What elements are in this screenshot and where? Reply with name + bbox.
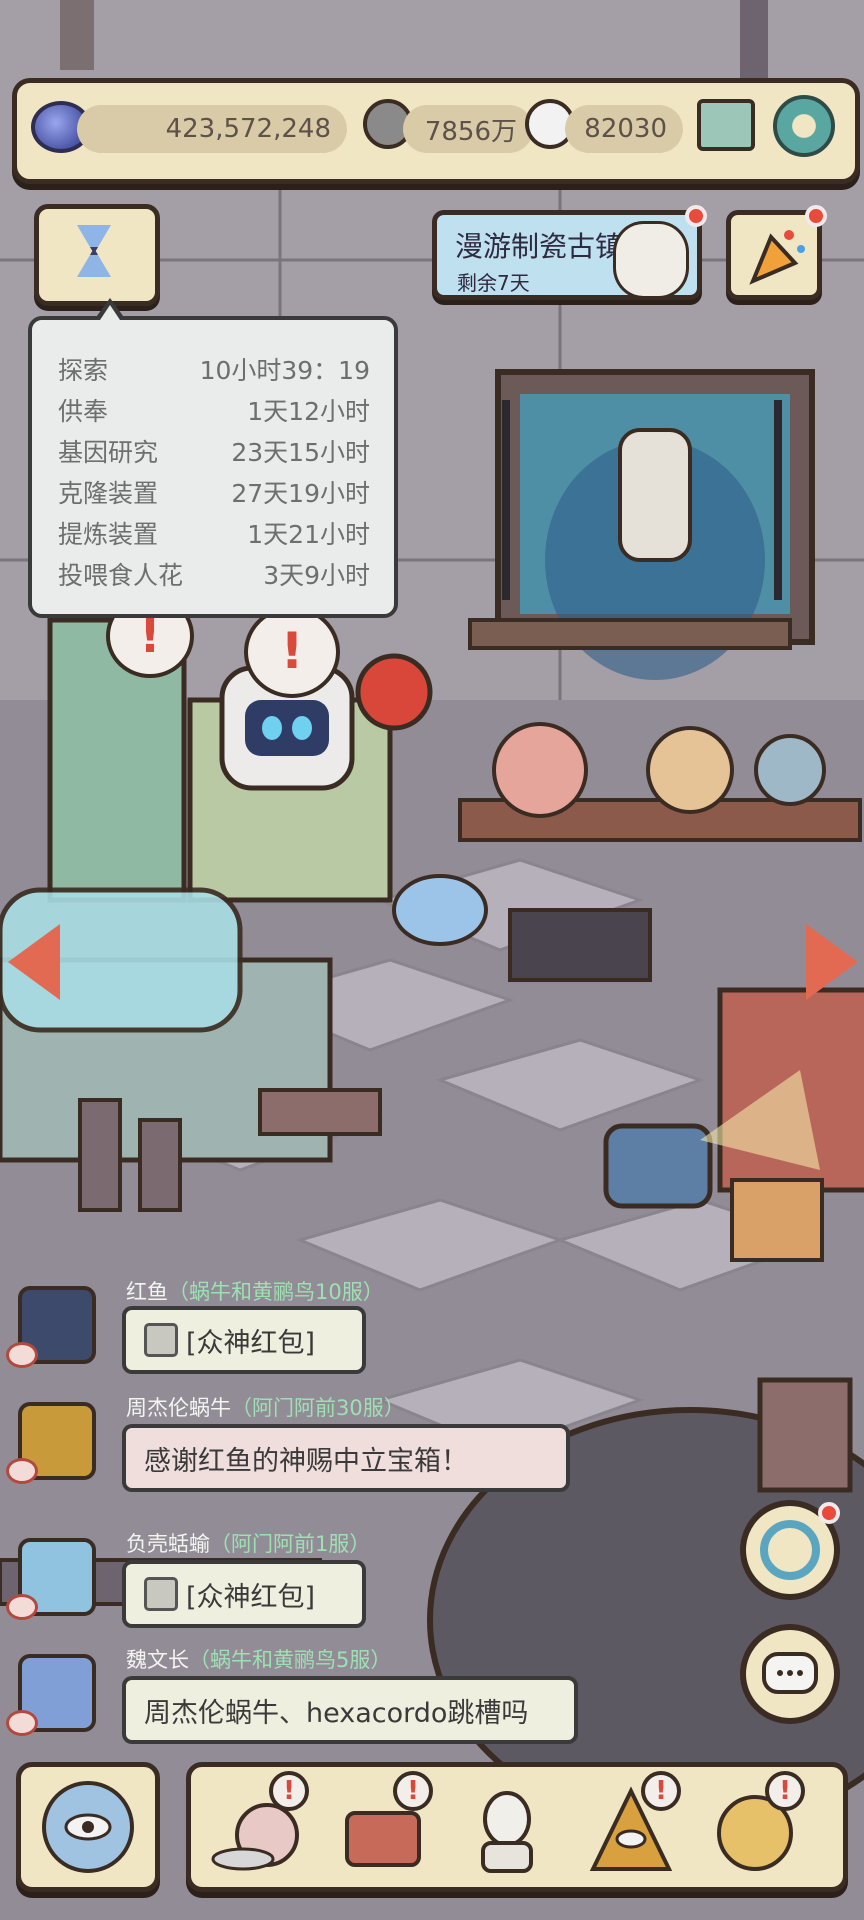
timer-label: 克隆装置 — [58, 479, 159, 508]
chat-message[interactable]: [众神红包] — [122, 1306, 366, 1374]
currency-bar: 423,572,248 7856万 82030 — [12, 78, 860, 184]
chat-message[interactable]: 感谢红鱼的神赐中立宝箱！ — [122, 1424, 570, 1492]
timer-label: 基因研究 — [58, 438, 159, 467]
event-character-icon — [613, 221, 689, 299]
timer-label: 探索 — [58, 356, 109, 385]
eye-portal-button[interactable] — [16, 1762, 160, 1892]
timer-label: 供奉 — [58, 397, 109, 426]
portal-alert-dot — [818, 1502, 840, 1524]
settings-gear-icon[interactable] — [773, 95, 835, 157]
scene-prev-arrow[interactable] — [8, 924, 60, 1000]
bust-statue-button[interactable] — [457, 1779, 557, 1877]
timer-row: 提炼装置 1天21小时 — [58, 514, 370, 555]
red-packet-icon — [144, 1323, 178, 1357]
tokens-value: 82030 — [584, 114, 667, 144]
timer-row: 基因研究 23天15小时 — [58, 432, 370, 473]
party-popper-button[interactable] — [726, 205, 827, 300]
chat-button[interactable] — [740, 1624, 840, 1724]
timer-label: 提炼装置 — [58, 520, 159, 549]
coins-value: 7856万 — [424, 116, 517, 147]
toolbox-button[interactable]: ! — [333, 1771, 433, 1877]
snail-button[interactable]: ! — [209, 1771, 309, 1877]
tokens-counter: 82030 — [565, 105, 683, 153]
timer-row: 探索 10小时39：19 — [58, 350, 370, 391]
chat-sender: 红鱼（蜗牛和黄鹂鸟10服） — [126, 1280, 384, 1304]
event-alert-dot — [685, 205, 707, 227]
timer-row: 克隆装置 27天19小时 — [58, 473, 370, 514]
gems-value: 423,572,248 — [165, 114, 331, 144]
timer-value: 10小时39：19 — [199, 356, 370, 385]
event-remaining: 剩余7天 — [457, 271, 530, 295]
timer-row: 供奉 1天12小时 — [58, 391, 370, 432]
pyramid-button[interactable]: ! — [581, 1771, 681, 1877]
chat-sender: 负壳蛞蝓（阿门阿前1服） — [126, 1532, 371, 1556]
timers-button[interactable] — [34, 204, 160, 306]
snail-alert-icon: ! — [269, 1771, 309, 1811]
event-banner[interactable]: 漫游制瓷古镇 剩余7天 — [432, 205, 707, 300]
coins-counter: 7856万 — [403, 105, 533, 153]
eye-icon[interactable] — [6, 1342, 38, 1368]
chat-message[interactable]: [众神红包] — [122, 1560, 366, 1628]
chat-sender: 魏文长（蜗牛和黄鹂鸟5服） — [126, 1648, 392, 1672]
party-alert-dot — [805, 205, 827, 227]
bust-statue-icon — [481, 1791, 533, 1873]
pyramid-alert-icon: ! — [641, 1771, 681, 1811]
timer-value: 1天21小时 — [247, 520, 370, 549]
timer-label: 投喂食人花 — [58, 561, 184, 590]
toolbox-alert-icon: ! — [393, 1771, 433, 1811]
mail-icon[interactable] — [697, 99, 755, 151]
party-popper-icon — [749, 230, 805, 285]
timer-value: 1天12小时 — [247, 397, 370, 426]
vortex-eye-icon — [42, 1781, 134, 1873]
game-scene: ! ! 423,572,248 7856万 82030 探索 10小时39：19… — [0, 0, 864, 1920]
red-packet-icon — [144, 1577, 178, 1611]
event-title: 漫游制瓷古镇 — [455, 230, 624, 263]
gems-counter: 423,572,248 — [77, 105, 347, 153]
portal-button[interactable] — [740, 1500, 840, 1600]
timer-value: 27天19小时 — [231, 479, 370, 508]
svg-text:!: ! — [281, 622, 304, 680]
timer-value: 3天9小时 — [263, 561, 370, 590]
scene-next-arrow[interactable] — [806, 924, 858, 1000]
eye-icon[interactable] — [6, 1594, 38, 1620]
chat-bubble-icon — [762, 1652, 818, 1694]
chat-sender: 周杰伦蜗牛（阿门阿前30服） — [126, 1396, 405, 1420]
timer-row: 投喂食人花 3天9小时 — [58, 555, 370, 596]
eye-icon[interactable] — [6, 1458, 38, 1484]
gene-button[interactable]: ! — [705, 1771, 805, 1877]
gene-alert-icon: ! — [765, 1771, 805, 1811]
chat-message[interactable]: 周杰伦蜗牛、hexacordo跳槽吗 — [122, 1676, 578, 1744]
timer-value: 23天15小时 — [231, 438, 370, 467]
hourglass-icon — [77, 225, 111, 277]
timers-tooltip: 探索 10小时39：19 供奉 1天12小时 基因研究 23天15小时 克隆装置 27天… — [28, 298, 398, 618]
bottom-nav: ! ! ! ! — [186, 1762, 848, 1892]
chat-feed: 红鱼（蜗牛和黄鹂鸟10服） [众神红包] 周杰伦蜗牛（阿门阿前30服） 感谢红鱼… — [0, 1270, 600, 1750]
eye-icon[interactable] — [6, 1710, 38, 1736]
